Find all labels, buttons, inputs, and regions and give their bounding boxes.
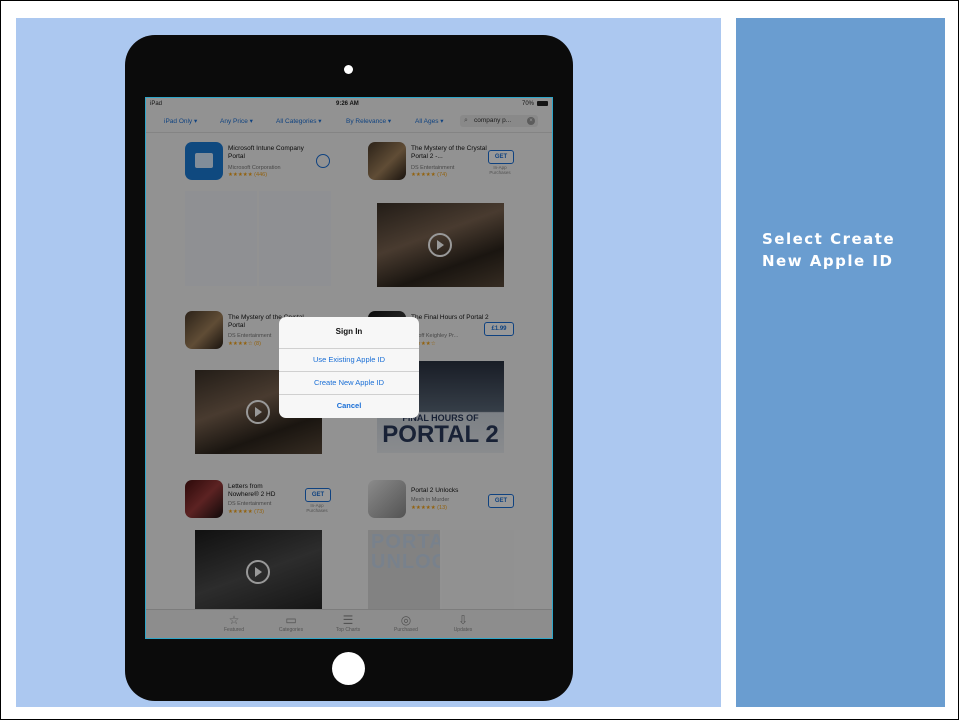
cancel-button[interactable]: Cancel [279, 394, 419, 417]
use-existing-apple-id-button[interactable]: Use Existing Apple ID [279, 348, 419, 371]
slide-caption-panel: Select Create New Apple ID [736, 18, 945, 707]
app-store-screen: iPad 9:26 AM 70% iPad Only ▾ Any Price ▾… [145, 97, 553, 639]
sign-in-dialog: Sign In Use Existing Apple ID Create New… [279, 317, 419, 418]
camera-icon [344, 65, 353, 74]
ipad-device: iPad 9:26 AM 70% iPad Only ▾ Any Price ▾… [125, 35, 573, 701]
dialog-title: Sign In [335, 327, 363, 336]
create-new-apple-id-button[interactable]: Create New Apple ID [279, 371, 419, 394]
home-button[interactable] [332, 652, 365, 685]
slide-caption: Select Create New Apple ID [762, 230, 896, 270]
slide-frame: Select Create New Apple ID iPad 9:26 AM … [0, 0, 959, 720]
